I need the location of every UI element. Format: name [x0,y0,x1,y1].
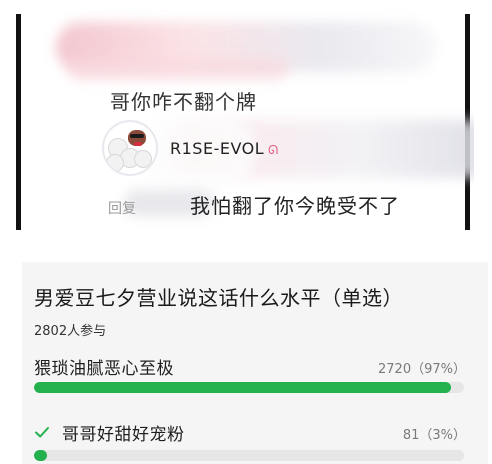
poll-option-bar [34,450,464,461]
reply-row: 回复 我怕翻了你今晚受不了 [108,190,400,219]
participant-count: 2802人参与 [34,324,107,339]
poll-option-bar-fill [34,382,452,393]
ribbon-icon: ᘏ [268,142,279,157]
poll-option-bar-fill [34,450,47,461]
avatar[interactable] [102,120,158,176]
poll-card: 男爱豆七夕营业说这话什么水平（单选） 2802人参与 猥琐油腻恶心至极 2720… [22,262,488,464]
poll-title: 男爱豆七夕营业说这话什么水平（单选） [34,286,403,310]
section-gap [0,246,492,260]
poll-option-count: 81（3%） [402,428,466,443]
frame-edge-left [16,14,21,230]
check-icon [35,427,49,438]
post-screenshot: 哥你咋不翻个牌 R1SE-EVOL ᘏ 回复 我怕翻了你今晚受不了 [16,0,474,246]
poll-option-label[interactable]: 哥哥好甜好宠粉 [62,420,185,445]
poll-option-bar [34,382,464,393]
reply-prefix: 回复 [108,201,136,217]
poll-option-label[interactable]: 猥琐油腻恶心至极 [34,354,174,379]
poll-option-count: 2720（97%） [378,362,466,377]
blurred-region [68,58,288,80]
question-text: 哥你咋不翻个牌 [110,90,257,114]
reply-text: 我怕翻了你今晚受不了 [190,194,400,218]
profile-name[interactable]: R1SE-EVOL [170,139,264,158]
profile-card[interactable]: R1SE-EVOL ᘏ [102,120,278,176]
